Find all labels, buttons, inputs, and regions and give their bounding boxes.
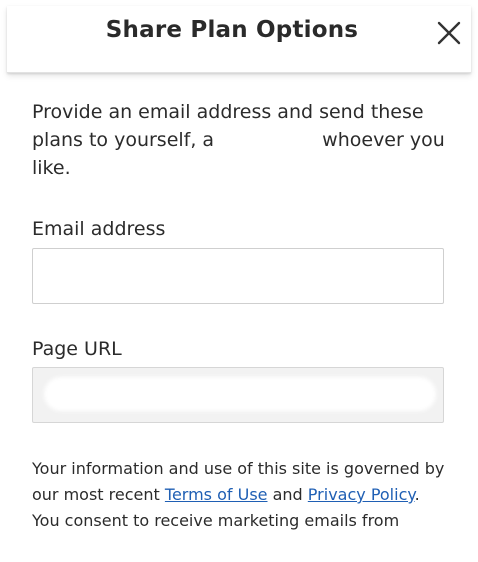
terms-of-use-link[interactable]: Terms of Use: [165, 485, 268, 504]
intro-text: Provide an email address and send these …: [32, 98, 448, 182]
email-input[interactable]: [32, 248, 444, 304]
close-icon: [437, 21, 461, 45]
close-button[interactable]: [434, 18, 464, 48]
redacted-url: [44, 377, 436, 411]
legal-notice: Your information and use of this site is…: [32, 456, 448, 534]
share-plan-dialog: Share Plan Options Provide an email addr…: [0, 0, 478, 562]
legal-and: and: [272, 485, 303, 504]
page-url-label: Page URL: [32, 338, 122, 360]
dialog-intro: Provide an email address and send these …: [32, 98, 448, 182]
email-label: Email address: [32, 218, 166, 240]
dialog-title: Share Plan Options: [105, 17, 359, 43]
privacy-policy-link[interactable]: Privacy Policy: [308, 485, 415, 504]
